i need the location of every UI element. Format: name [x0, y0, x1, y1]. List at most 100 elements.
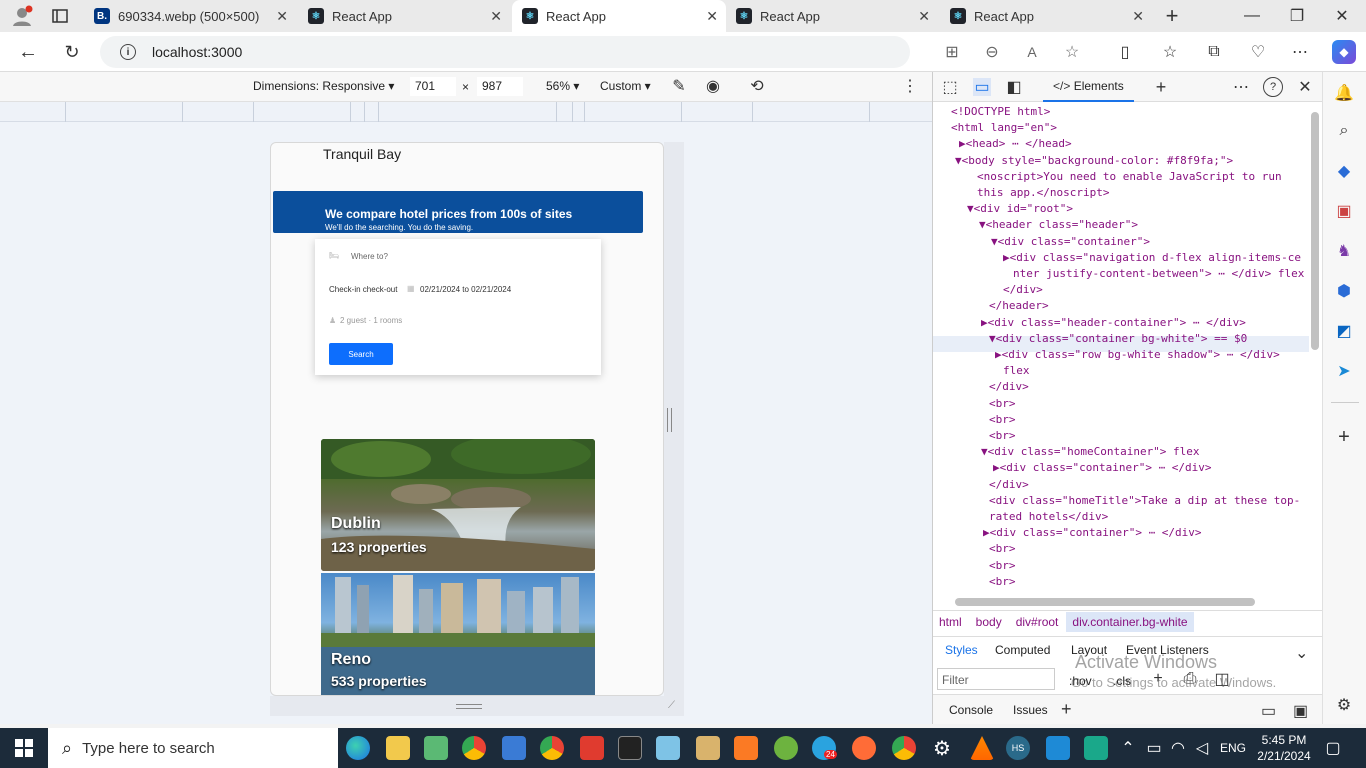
notepad-icon[interactable]: [424, 736, 448, 760]
dom-node-line[interactable]: <html lang="en">: [951, 120, 1057, 136]
dom-node-line[interactable]: </header>: [989, 298, 1049, 314]
network-icon[interactable]: ▭: [1146, 738, 1162, 758]
store-icon[interactable]: [502, 736, 526, 760]
tab-computed[interactable]: Computed: [995, 643, 1050, 657]
address-field[interactable]: i localhost:3000: [100, 36, 910, 68]
settings-icon[interactable]: ⚙: [1333, 694, 1355, 716]
vlc-icon[interactable]: [970, 736, 994, 760]
city-card-reno[interactable]: Reno 533 properties: [321, 573, 595, 695]
postman-icon[interactable]: [852, 736, 876, 760]
tab-console[interactable]: Console: [949, 703, 993, 717]
height-input[interactable]: 987: [477, 77, 523, 96]
hs-icon[interactable]: HS: [1006, 736, 1030, 760]
zoom-icon[interactable]: ⊖: [982, 42, 1002, 62]
file-explorer-icon[interactable]: [386, 736, 410, 760]
close-icon[interactable]: ✕: [918, 8, 930, 25]
close-drawer-icon[interactable]: ▣: [1293, 701, 1308, 721]
dom-node-line[interactable]: nter justify-content-between"> ⋯ </div> …: [1013, 266, 1304, 282]
dom-node-line[interactable]: ▼<div class="homeContainer"> flex: [981, 444, 1200, 460]
chrome-icon[interactable]: [462, 736, 486, 760]
add-sidebar-icon[interactable]: +: [1333, 426, 1355, 448]
vscode-icon[interactable]: [1046, 736, 1070, 760]
inspect-icon[interactable]: ⬚: [941, 78, 959, 96]
dom-node-line[interactable]: <br>: [989, 558, 1016, 574]
dom-node-line[interactable]: ▶<div class="row bg-white shadow"> ⋯ </d…: [995, 347, 1280, 363]
breadcrumb-item-selected[interactable]: div.container.bg-white: [1066, 611, 1194, 632]
profile-avatar-icon[interactable]: [10, 5, 34, 27]
tab-issues[interactable]: Issues: [1013, 703, 1048, 717]
tab-react-3[interactable]: ⚛ React App ✕: [726, 0, 938, 32]
clock[interactable]: 5:45 PM 2/21/2024: [1254, 732, 1314, 764]
zoom-dropdown[interactable]: 56% ▾: [546, 79, 579, 93]
dom-node-line[interactable]: ▶<head> ⋯ </head>: [959, 136, 1072, 152]
dom-node-line[interactable]: ▼<div class="container bg-white"> == $0: [989, 331, 1247, 347]
dom-node-line[interactable]: <noscript>You need to enable JavaScript …: [977, 169, 1282, 185]
rotate-icon[interactable]: ⟲: [748, 77, 766, 95]
resize-corner-icon[interactable]: ⟋: [668, 700, 680, 712]
new-tab-icon[interactable]: +: [1160, 3, 1184, 28]
shopping-icon[interactable]: ◆: [1333, 160, 1355, 182]
breadcrumb-item[interactable]: body: [976, 615, 1002, 629]
chrome-2-icon[interactable]: [892, 736, 916, 760]
edge-taskbar-icon[interactable]: [346, 736, 370, 760]
minimize-icon[interactable]: —: [1240, 4, 1264, 28]
dock-drawer-icon[interactable]: ▭: [1261, 701, 1276, 721]
spring-icon[interactable]: [774, 736, 798, 760]
chrome-profile-icon[interactable]: [540, 736, 564, 760]
notification-icon[interactable]: ▢: [1322, 738, 1344, 758]
dom-node-line[interactable]: </div>: [1003, 282, 1043, 298]
app-icon[interactable]: [1084, 736, 1108, 760]
dom-node-line[interactable]: </div>: [989, 477, 1029, 493]
tab-image[interactable]: B. 690334.webp (500×500) ✕: [84, 0, 296, 32]
copilot-icon[interactable]: ◆: [1332, 40, 1356, 64]
taskbar-search-box[interactable]: ⌕ Type here to search: [48, 728, 338, 768]
dom-node-line[interactable]: <br>: [989, 412, 1016, 428]
favorites-icon[interactable]: ☆: [1160, 42, 1180, 62]
brand-name[interactable]: Tranquil Bay: [323, 146, 401, 162]
dom-node-line[interactable]: <br>: [989, 396, 1016, 412]
collections-icon[interactable]: ⧉: [1204, 42, 1224, 62]
device-toggle-icon[interactable]: ▭: [973, 78, 991, 96]
tab-styles[interactable]: Styles: [945, 643, 978, 657]
width-input[interactable]: 701: [410, 77, 456, 96]
tab-elements[interactable]: </> Elements: [1043, 72, 1134, 102]
dom-node-line[interactable]: flex: [1003, 363, 1030, 379]
resize-handle-right[interactable]: [664, 142, 684, 716]
vision-icon[interactable]: ◉: [704, 77, 722, 95]
games-icon[interactable]: ♞: [1333, 240, 1355, 262]
performance-icon[interactable]: ♡: [1248, 42, 1268, 62]
dom-node-line[interactable]: ▶<div class="container"> ⋯ </div>: [993, 460, 1212, 476]
guests-input[interactable]: 2 guest · 1 rooms: [340, 316, 402, 325]
tab-actions-icon[interactable]: [50, 6, 70, 26]
files-icon[interactable]: [656, 736, 680, 760]
dom-hscrollbar[interactable]: [955, 598, 1255, 606]
close-icon[interactable]: ✕: [1132, 8, 1144, 25]
terminal-icon[interactable]: [618, 736, 642, 760]
dom-node-line[interactable]: ▼<div id="root">: [967, 201, 1073, 217]
breadcrumb-item[interactable]: div#root: [1016, 615, 1059, 629]
dom-vscrollbar[interactable]: [1311, 112, 1319, 350]
chevron-up-icon[interactable]: ⌃: [1120, 738, 1136, 758]
refresh-icon[interactable]: ↻: [60, 40, 84, 64]
dimensions-dropdown[interactable]: Dimensions: Responsive ▾: [253, 79, 394, 93]
throttle-dropdown[interactable]: Custom ▾: [600, 79, 651, 93]
read-aloud-icon[interactable]: A: [1022, 42, 1042, 62]
dom-node-line[interactable]: ▶<div class="navigation d-flex align-ite…: [1003, 250, 1301, 266]
dom-node-line[interactable]: rated hotels</div>: [989, 509, 1108, 525]
dom-node-line[interactable]: ▶<div class="header-container"> ⋯ </div>: [981, 315, 1246, 331]
restore-icon[interactable]: ❐: [1285, 4, 1309, 28]
chevron-down-icon[interactable]: ⌄: [1295, 643, 1308, 663]
dom-node-line[interactable]: <!DOCTYPE html>: [951, 104, 1050, 120]
where-input[interactable]: Where to?: [351, 252, 388, 261]
search-icon[interactable]: ⌕: [1333, 120, 1355, 142]
dom-node-line[interactable]: ▶<div class="container"> ⋯ </div>: [983, 525, 1202, 541]
dom-node-line[interactable]: <br>: [989, 428, 1016, 444]
split-screen-icon[interactable]: ▯: [1115, 42, 1135, 62]
dom-node-line[interactable]: <br>: [989, 541, 1016, 557]
wifi-icon[interactable]: ◠: [1170, 738, 1186, 758]
dom-tree[interactable]: <!DOCTYPE html> <html lang="en"> ▶<head> ⋯…: [933, 104, 1309, 590]
close-icon[interactable]: ✕: [706, 8, 718, 25]
xampp-icon[interactable]: [734, 736, 758, 760]
dom-node-line[interactable]: ▼<header class="header">: [979, 217, 1138, 233]
dom-node-line[interactable]: ▼<div class="container">: [991, 234, 1150, 250]
